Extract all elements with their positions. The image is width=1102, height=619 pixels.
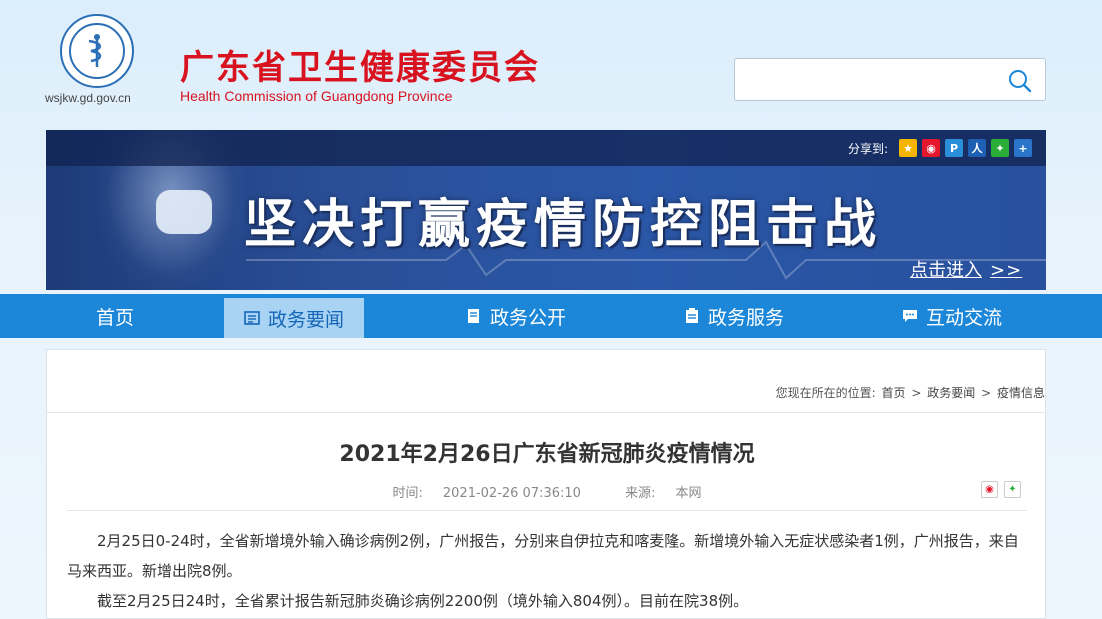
article-title: 2021年2月26日广东省新冠肺炎疫情情况 bbox=[339, 442, 755, 467]
nav-label: 政务公开 bbox=[490, 306, 567, 329]
article-paragraph: 2月25日0-24时，全省新增境外输入确诊病例2例，广州报告，分别来自伊拉克和喀… bbox=[67, 532, 1019, 580]
article-paragraph: 截至2月25日24时，全省累计报告新冠肺炎确诊病例2200例（境外输入804例）… bbox=[97, 592, 749, 610]
nav-item-news[interactable]: 政务要闻 bbox=[224, 298, 365, 338]
breadcrumb-separator: > bbox=[911, 386, 922, 400]
article-container: 您现在所在的位置: 首页 > 政务要闻 > 疫情信息 2021年2月26日广东省… bbox=[46, 349, 1047, 619]
nav-item-home[interactable]: 首页 bbox=[96, 294, 134, 338]
nav-item-public[interactable]: 政务公开 bbox=[466, 294, 566, 338]
news-icon bbox=[244, 311, 260, 325]
main-nav: 首页 政务要闻 政务公开 政务服务 互动交流 bbox=[0, 294, 1102, 338]
share-bar: 分享到: ★ ◉ P 人 ✦ + bbox=[848, 139, 1032, 157]
tencent-icon[interactable]: P bbox=[945, 139, 963, 157]
emblem-icon bbox=[69, 23, 125, 79]
logo-url: wsjkw.gd.gov.cn bbox=[45, 91, 131, 105]
site-logo[interactable] bbox=[60, 14, 134, 88]
qzone-icon[interactable]: ★ bbox=[899, 139, 917, 157]
chat-icon bbox=[903, 310, 917, 322]
article-source: 本网 bbox=[675, 486, 702, 501]
site-header: wsjkw.gd.gov.cn 广东省卫生健康委员会 Health Commis… bbox=[0, 0, 1102, 130]
wechat-icon[interactable]: ✦ bbox=[1004, 481, 1021, 498]
nav-label: 政务服务 bbox=[708, 306, 785, 329]
site-title[interactable]: 广东省卫生健康委员会 bbox=[180, 40, 540, 89]
divider bbox=[67, 510, 1027, 511]
banner-slogan: 坚决打赢疫情防控阻击战 bbox=[244, 195, 883, 255]
more-plus-icon[interactable]: + bbox=[1014, 139, 1032, 157]
breadcrumb-epidemic[interactable]: 疫情信息 bbox=[997, 386, 1045, 400]
publish-time: 2021-02-26 07:36:10 bbox=[442, 486, 581, 501]
weibo-icon[interactable]: ◉ bbox=[922, 139, 940, 157]
wechat-icon[interactable]: ✦ bbox=[991, 139, 1009, 157]
nav-item-service[interactable]: 政务服务 bbox=[684, 294, 784, 338]
breadcrumb-home[interactable]: 首页 bbox=[882, 386, 906, 400]
breadcrumb-news[interactable]: 政务要闻 bbox=[927, 386, 975, 400]
clipboard-icon bbox=[686, 308, 698, 323]
double-chevron-icon: >> bbox=[990, 260, 1023, 281]
search-input[interactable] bbox=[743, 67, 993, 93]
site-subtitle: Health Commission of Guangdong Province bbox=[180, 88, 453, 104]
banner-enter-link[interactable]: 点击进入 >> bbox=[910, 256, 1022, 282]
breadcrumb-separator: > bbox=[981, 386, 992, 400]
divider bbox=[47, 412, 1047, 413]
search-icon[interactable] bbox=[1007, 68, 1033, 94]
epidemic-banner[interactable]: 分享到: ★ ◉ P 人 ✦ + 坚决打赢疫情防控阻击战 点击进入 >> bbox=[46, 130, 1046, 290]
people-icon[interactable]: 人 bbox=[968, 139, 986, 157]
source-label: 来源: bbox=[625, 486, 656, 501]
search-box bbox=[734, 58, 1046, 101]
article-meta: 时间: 2021-02-26 07:36:10 来源: 本网 bbox=[47, 482, 1047, 501]
nav-label: 首页 bbox=[96, 306, 135, 329]
weibo-icon[interactable]: ◉ bbox=[981, 481, 998, 498]
time-label: 时间: bbox=[392, 486, 423, 501]
nav-label: 互动交流 bbox=[926, 306, 1003, 329]
document-icon bbox=[468, 309, 479, 323]
banner-link-text: 点击进入 bbox=[910, 260, 982, 281]
article-body: 2月25日0-24时，全省新增境外输入确诊病例2例，广州报告，分别来自伊拉克和喀… bbox=[67, 526, 1029, 616]
nav-label: 政务要闻 bbox=[268, 308, 345, 331]
article-share: ◉ ✦ bbox=[981, 481, 1021, 498]
nav-item-interact[interactable]: 互动交流 bbox=[902, 294, 1002, 338]
breadcrumb: 您现在所在的位置: 首页 > 政务要闻 > 疫情信息 bbox=[774, 384, 1045, 401]
share-label: 分享到: bbox=[847, 141, 888, 156]
breadcrumb-prefix: 您现在所在的位置: bbox=[775, 386, 876, 400]
